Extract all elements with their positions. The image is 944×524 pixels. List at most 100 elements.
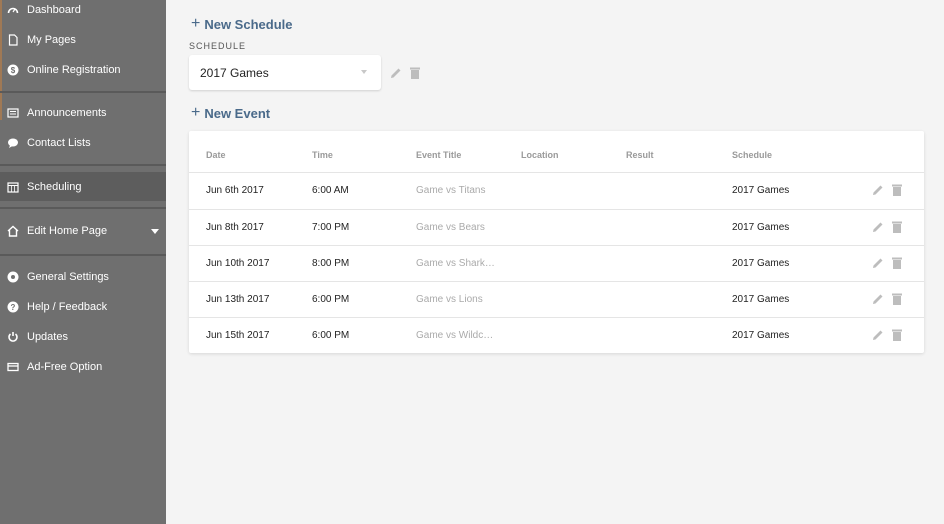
pencil-icon — [391, 68, 401, 78]
new-schedule-label: New Schedule — [204, 16, 293, 32]
column-header-schedule[interactable]: Schedule — [732, 150, 772, 160]
cell-schedule: 2017 Games — [732, 258, 790, 269]
delete-schedule-button[interactable] — [408, 65, 422, 81]
sidebar-item-ad-free-option[interactable]: Ad-Free Option — [0, 352, 166, 382]
edit-event-button[interactable] — [871, 328, 885, 342]
sidebar-item-updates[interactable]: Updates — [0, 322, 166, 352]
cell-event-title: Game vs Lions — [416, 294, 483, 305]
pencil-icon — [873, 330, 883, 340]
delete-event-button[interactable] — [890, 256, 904, 270]
new-schedule-link[interactable]: + New Schedule — [191, 16, 292, 32]
cell-event-title: Game vs Wildc… — [416, 330, 494, 341]
column-header-event-title[interactable]: Event Title — [416, 150, 461, 160]
table-row[interactable]: Jun 6th 2017 6:00 AM Game vs Titans 2017… — [189, 172, 924, 208]
schedule-select[interactable]: 2017 Games — [189, 55, 381, 90]
pencil-icon — [873, 294, 883, 304]
edit-event-button[interactable] — [871, 183, 885, 197]
cell-event-title: Game vs Shark… — [416, 258, 495, 269]
table-row[interactable]: Jun 8th 2017 7:00 PM Game vs Bears 2017 … — [189, 209, 924, 245]
column-header-time[interactable]: Time — [312, 150, 333, 160]
cell-time: 7:00 PM — [312, 222, 350, 233]
sidebar-item-label: Updates — [27, 331, 68, 343]
plus-icon: + — [191, 104, 201, 121]
column-header-result[interactable]: Result — [626, 150, 654, 160]
page-icon — [7, 34, 19, 46]
edit-event-button[interactable] — [871, 256, 885, 270]
sidebar-item-edit-home-page[interactable]: Edit Home Page — [0, 216, 166, 246]
sidebar-item-label: Ad-Free Option — [27, 361, 103, 373]
sidebar-item-online-registration[interactable]: $ Online Registration — [0, 55, 166, 85]
sidebar-item-label: Help / Feedback — [27, 301, 108, 313]
delete-event-button[interactable] — [890, 328, 904, 342]
trash-icon — [892, 329, 902, 341]
trash-icon — [892, 221, 902, 233]
cell-date: Jun 8th 2017 — [206, 222, 264, 233]
delete-event-button[interactable] — [890, 183, 904, 197]
trash-icon — [892, 184, 902, 196]
sidebar-item-label: Announcements — [27, 107, 107, 119]
cell-time: 6:00 AM — [312, 185, 349, 196]
cell-schedule: 2017 Games — [732, 222, 790, 233]
dollar-icon: $ — [7, 64, 19, 76]
newspaper-icon — [7, 107, 19, 119]
sidebar-item-help-feedback[interactable]: ? Help / Feedback — [0, 292, 166, 322]
sidebar-item-label: Scheduling — [27, 180, 82, 193]
trash-icon — [410, 67, 420, 79]
schedule-select-value: 2017 Games — [200, 65, 269, 80]
sidebar-item-label: Online Registration — [27, 64, 121, 76]
sidebar-item-label: Contact Lists — [27, 137, 91, 149]
edit-event-button[interactable] — [871, 220, 885, 234]
chat-bubble-icon — [7, 137, 19, 149]
cell-time: 6:00 PM — [312, 330, 350, 341]
table-row[interactable]: Jun 10th 2017 8:00 PM Game vs Shark… 201… — [189, 245, 924, 281]
sidebar-divider — [0, 164, 166, 166]
cell-date: Jun 10th 2017 — [206, 258, 270, 269]
trash-icon — [892, 293, 902, 305]
sidebar: Dashboard My Pages $ Online Registration… — [0, 0, 166, 524]
refresh-icon — [7, 331, 19, 343]
sidebar-item-announcements[interactable]: Announcements — [0, 98, 166, 128]
new-event-link[interactable]: + New Event — [191, 105, 270, 121]
cell-schedule: 2017 Games — [732, 330, 790, 341]
cell-event-title: Game vs Bears — [416, 222, 485, 233]
sidebar-item-contact-lists[interactable]: Contact Lists — [0, 128, 166, 158]
column-header-location[interactable]: Location — [521, 150, 559, 160]
gear-icon — [7, 271, 19, 283]
help-icon: ? — [7, 301, 19, 313]
svg-text:$: $ — [11, 66, 16, 75]
table-row[interactable]: Jun 13th 2017 6:00 PM Game vs Lions 2017… — [189, 281, 924, 317]
pencil-icon — [873, 185, 883, 195]
column-header-date[interactable]: Date — [206, 150, 226, 160]
pencil-icon — [873, 222, 883, 232]
events-table: Date Time Event Title Location Result Sc… — [189, 131, 924, 353]
edit-schedule-button[interactable] — [389, 65, 403, 81]
sidebar-item-label: My Pages — [27, 34, 76, 46]
sidebar-item-label: Dashboard — [27, 4, 81, 16]
pencil-icon — [873, 258, 883, 268]
gauge-icon — [7, 4, 19, 16]
cell-event-title: Game vs Titans — [416, 185, 486, 196]
cell-time: 6:00 PM — [312, 294, 350, 305]
window-icon — [7, 361, 19, 373]
cell-date: Jun 15th 2017 — [206, 330, 270, 341]
new-event-label: New Event — [204, 105, 271, 121]
sidebar-divider — [0, 91, 166, 93]
delete-event-button[interactable] — [890, 220, 904, 234]
table-row[interactable]: Jun 15th 2017 6:00 PM Game vs Wildc… 201… — [189, 317, 924, 353]
schedule-caption: SCHEDULE — [189, 41, 247, 51]
sidebar-item-scheduling[interactable]: Scheduling — [0, 172, 166, 201]
svg-text:?: ? — [11, 303, 16, 312]
sidebar-item-my-pages[interactable]: My Pages — [0, 25, 166, 55]
plus-icon: + — [191, 15, 201, 32]
chevron-down-icon[interactable] — [151, 229, 159, 234]
cell-date: Jun 6th 2017 — [206, 185, 264, 196]
sidebar-item-dashboard[interactable]: Dashboard — [0, 0, 166, 25]
sidebar-item-label: General Settings — [27, 271, 109, 283]
sidebar-item-label: Edit Home Page — [27, 225, 108, 237]
sidebar-divider — [0, 207, 166, 209]
chevron-down-icon — [361, 70, 367, 74]
delete-event-button[interactable] — [890, 292, 904, 306]
sidebar-divider — [0, 254, 166, 256]
sidebar-item-general-settings[interactable]: General Settings — [0, 262, 166, 292]
edit-event-button[interactable] — [871, 292, 885, 306]
